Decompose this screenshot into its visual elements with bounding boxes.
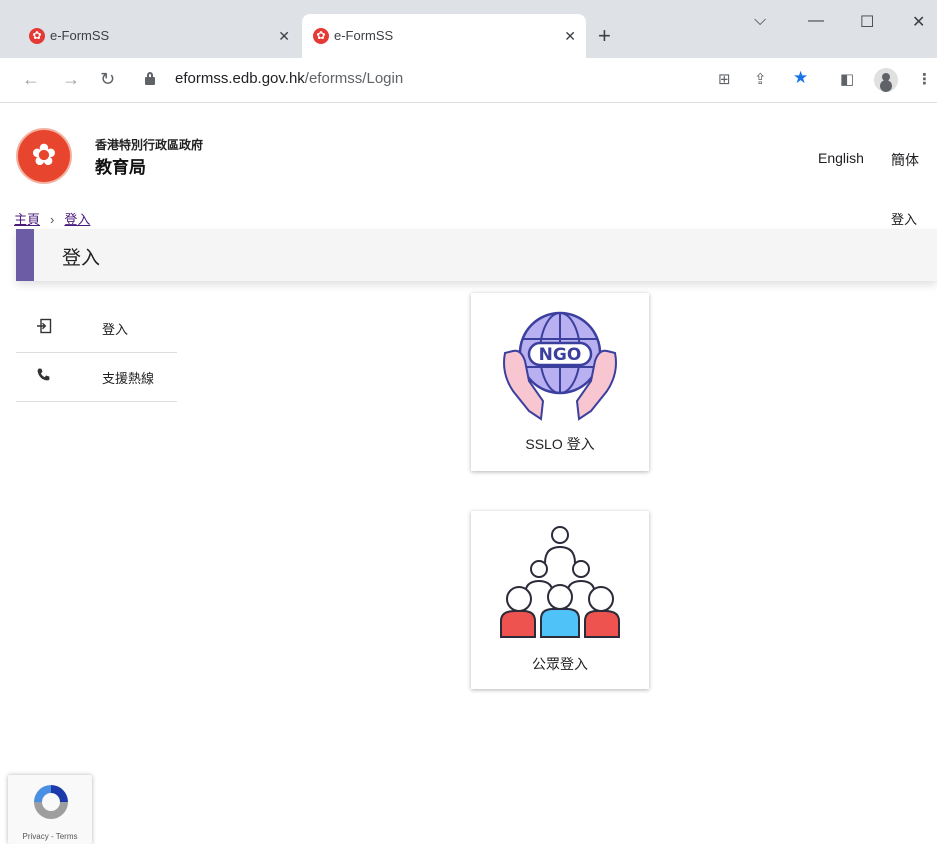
more-menu-icon[interactable]: ⋮ bbox=[917, 70, 932, 90]
card-label: SSLO 登入 bbox=[525, 436, 595, 452]
bauhinia-icon: ✿ bbox=[31, 139, 57, 172]
ngo-globe-hands-icon: NGO bbox=[499, 301, 621, 425]
maximize-window-icon[interactable]: ☐ bbox=[860, 12, 874, 32]
browser-tab[interactable]: e-FormSS ✕ bbox=[18, 14, 300, 58]
public-people-icon bbox=[499, 519, 621, 643]
back-arrow-icon[interactable]: ← bbox=[22, 68, 40, 90]
profile-avatar-icon[interactable] bbox=[874, 68, 898, 92]
tab-title: e-FormSS bbox=[334, 28, 394, 43]
department-name: 教育局 bbox=[95, 158, 146, 177]
government-name: 香港特別行政區政府 bbox=[95, 138, 204, 152]
lock-icon[interactable] bbox=[145, 72, 155, 85]
minimize-window-icon[interactable]: — bbox=[808, 12, 824, 30]
card-label: 公眾登入 bbox=[532, 656, 588, 672]
close-window-icon[interactable]: ✕ bbox=[912, 12, 925, 32]
sidenav-item-label: 登入 bbox=[102, 322, 129, 337]
bookmark-star-icon[interactable]: ★ bbox=[793, 68, 808, 88]
browser-tab-strip: e-FormSS ✕ e-FormSS ✕ + ⌵ — ☐ ✕ bbox=[0, 0, 937, 58]
page-title-bar: 登入 bbox=[16, 229, 937, 281]
breadcrumb: 主頁 › 登入 bbox=[14, 209, 90, 228]
title-accent-bar bbox=[16, 229, 34, 281]
login-icon bbox=[36, 318, 52, 338]
new-tab-icon[interactable]: + bbox=[598, 22, 611, 50]
site-favicon-icon bbox=[29, 28, 45, 44]
phone-icon bbox=[36, 367, 52, 387]
close-tab-icon[interactable]: ✕ bbox=[564, 14, 576, 58]
sidenav-item-login[interactable]: 登入 bbox=[16, 304, 177, 353]
url-text[interactable]: eformss.edb.gov.hk/eformss/Login bbox=[175, 70, 403, 87]
hksar-emblem-logo[interactable]: ✿ bbox=[16, 128, 72, 184]
recaptcha-privacy-terms[interactable]: Privacy - Terms bbox=[8, 832, 92, 841]
recaptcha-badge[interactable]: Privacy - Terms bbox=[8, 775, 92, 844]
site-favicon-icon bbox=[313, 28, 329, 44]
breadcrumb-separator: › bbox=[50, 212, 55, 227]
page-title: 登入 bbox=[62, 248, 101, 269]
browser-tab-active[interactable]: e-FormSS ✕ bbox=[302, 14, 586, 58]
reload-icon[interactable]: ↻ bbox=[100, 68, 115, 90]
browser-toolbar: ← → ↻ eformss.edb.gov.hk/eformss/Login ⊞… bbox=[0, 58, 937, 103]
close-tab-icon[interactable]: ✕ bbox=[278, 14, 290, 58]
breadcrumb-current-link[interactable]: 登入 bbox=[64, 212, 90, 227]
forward-arrow-icon[interactable]: → bbox=[62, 68, 80, 90]
header-login-link[interactable]: 登入 bbox=[891, 209, 917, 228]
tab-title: e-FormSS bbox=[50, 28, 110, 43]
sidenav-item-support-hotline[interactable]: 支援熱線 bbox=[16, 353, 177, 402]
lang-simplified-link[interactable]: 簡体 bbox=[891, 150, 919, 170]
translate-icon[interactable]: ⊞ bbox=[718, 70, 731, 90]
address-bar[interactable]: eformss.edb.gov.hk/eformss/Login bbox=[131, 64, 701, 96]
share-icon[interactable]: ⇪ bbox=[754, 70, 767, 90]
ngo-badge-text: NGO bbox=[539, 345, 582, 365]
recaptcha-icon bbox=[30, 781, 72, 823]
side-navigation: 登入 支援熱線 bbox=[16, 304, 177, 402]
sidenav-item-label: 支援熱線 bbox=[102, 371, 155, 386]
public-login-card[interactable]: 公眾登入 bbox=[471, 511, 649, 689]
tab-search-chevron-icon[interactable]: ⌵ bbox=[754, 12, 766, 30]
breadcrumb-home-link[interactable]: 主頁 bbox=[14, 212, 40, 227]
lang-english-link[interactable]: English bbox=[818, 150, 864, 166]
side-panel-icon[interactable]: ◧ bbox=[840, 70, 854, 90]
sslo-login-card[interactable]: NGO SSLO 登入 bbox=[471, 293, 649, 471]
